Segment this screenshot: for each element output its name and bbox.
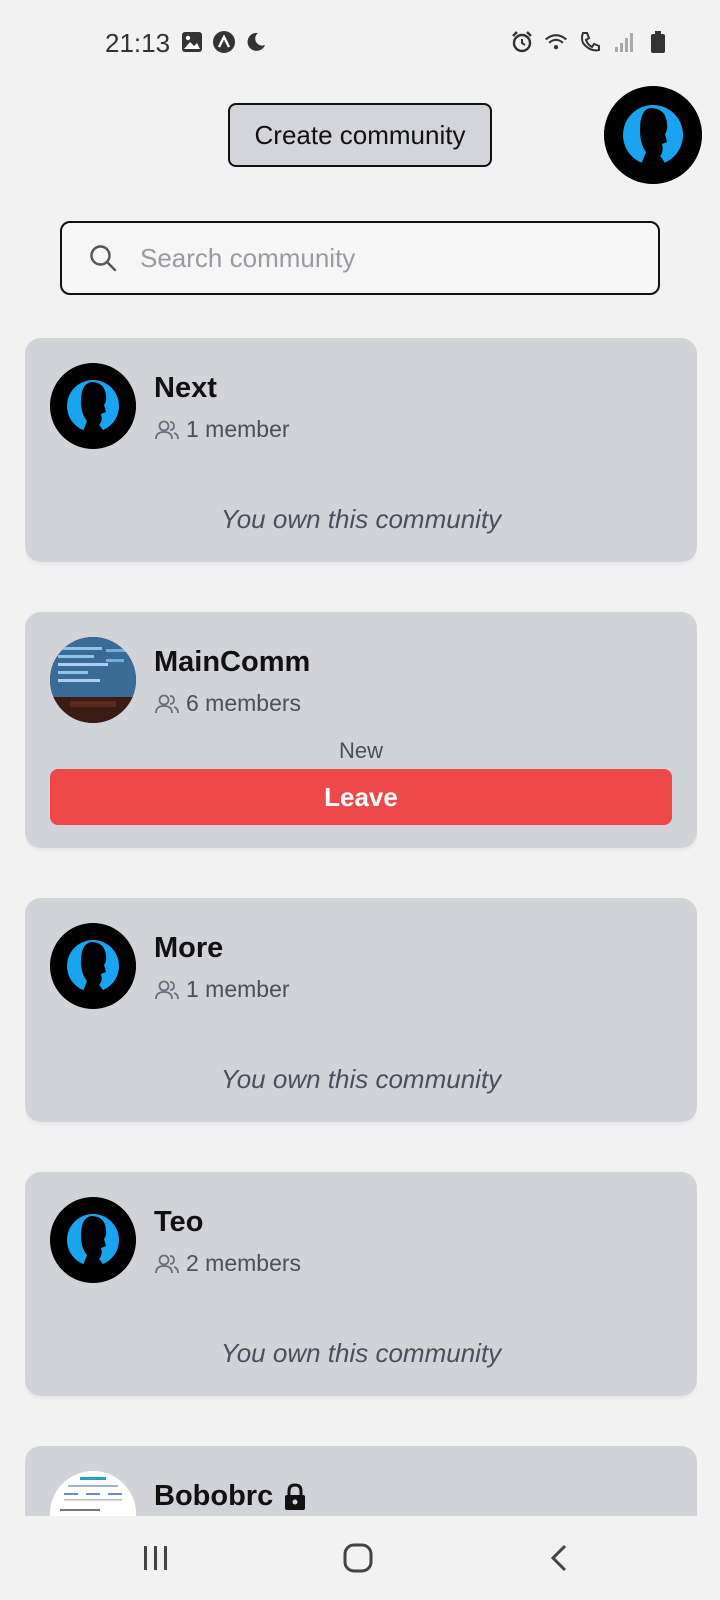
community-card[interactable]: Bobobrc (25, 1446, 697, 1516)
community-card[interactable]: More 1 member You own this community (25, 898, 697, 1122)
lock-icon (285, 1482, 306, 1510)
community-card[interactable]: Next 1 member You own this community (25, 338, 697, 562)
community-card[interactable]: Teo 2 members You own this community (25, 1172, 697, 1396)
member-count: 2 members (186, 1250, 302, 1276)
gallery-icon (180, 30, 204, 54)
moon-icon (244, 30, 268, 54)
members-icon (155, 694, 179, 713)
call-icon (578, 30, 602, 54)
community-avatar (50, 637, 136, 723)
signal-icon (612, 30, 636, 54)
app-a-icon (212, 30, 236, 54)
search-icon (90, 245, 117, 272)
members-icon (155, 420, 179, 439)
alarm-icon (510, 30, 534, 54)
community-card[interactable]: MainComm 6 members New Leave (25, 612, 697, 848)
status-time: 21:13 (105, 28, 171, 58)
home-icon[interactable] (336, 1536, 380, 1580)
status-bar: 21:13 (0, 0, 720, 88)
members-icon (155, 980, 179, 999)
create-community-button[interactable]: Create community (228, 103, 492, 167)
community-name: Bobobrc (154, 1480, 274, 1512)
owner-note: You own this community (220, 1338, 502, 1368)
member-count: 1 member (186, 976, 290, 1002)
leave-button[interactable]: Leave (50, 769, 672, 825)
battery-icon (646, 30, 670, 54)
community-avatar (50, 1471, 136, 1516)
community-avatar (50, 1197, 136, 1283)
community-name: MainComm (154, 646, 311, 678)
member-count: 6 members (186, 690, 302, 716)
community-avatar (50, 363, 136, 449)
member-count: 1 member (186, 416, 290, 442)
community-name: Next (154, 372, 217, 404)
owner-note: You own this community (220, 1064, 502, 1094)
new-label: New (338, 738, 383, 763)
community-avatar (50, 923, 136, 1009)
community-list[interactable]: Next 1 member You own this community Mai… (25, 338, 697, 1516)
owner-note: You own this community (220, 504, 502, 534)
community-name: More (154, 932, 224, 964)
community-name: Teo (154, 1206, 204, 1238)
back-icon[interactable] (538, 1536, 582, 1580)
wifi-icon (544, 30, 568, 54)
recent-apps-icon[interactable] (134, 1536, 178, 1580)
members-icon (155, 1254, 179, 1273)
system-nav-bar (0, 1516, 720, 1600)
search-bar[interactable] (60, 221, 660, 295)
search-input[interactable] (140, 223, 658, 293)
profile-avatar[interactable] (604, 86, 702, 184)
